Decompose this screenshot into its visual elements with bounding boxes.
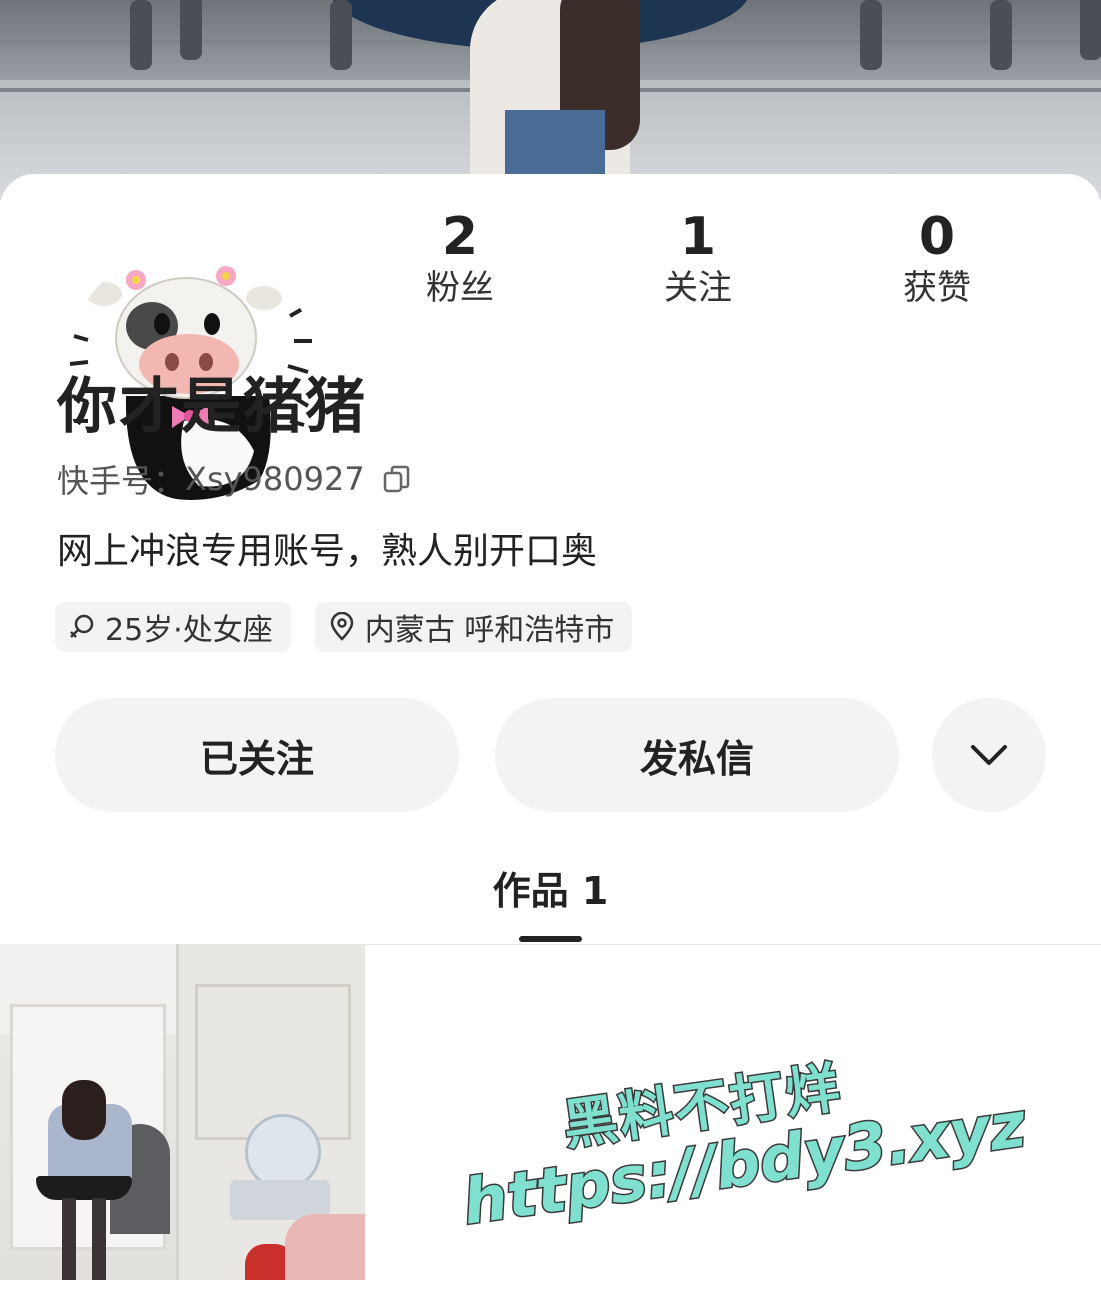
- thumb-person-leg: [92, 1198, 106, 1280]
- followed-button[interactable]: 已关注: [55, 698, 459, 812]
- profile-stats: 2 粉丝 1 关注 0 获赞: [340, 206, 1100, 326]
- thumb-person-hair: [62, 1080, 106, 1140]
- more-options-button[interactable]: [932, 698, 1046, 812]
- followed-button-label: 已关注: [199, 736, 314, 781]
- thumb-flowers: [285, 1214, 365, 1280]
- stat-following-count: 1: [679, 207, 717, 267]
- send-message-button[interactable]: 发私信: [495, 698, 899, 812]
- stat-fans-label: 粉丝: [426, 268, 494, 308]
- stat-following[interactable]: 1 关注: [608, 206, 788, 310]
- kuaishou-id-value: Xsy980927: [185, 460, 365, 498]
- cover-bystander: [130, 0, 152, 70]
- cover-photo: [0, 0, 1101, 200]
- stat-likes-count: 0: [918, 207, 956, 267]
- stat-fans[interactable]: 2 粉丝: [370, 206, 550, 310]
- cover-bystander: [860, 0, 882, 70]
- kuaishou-id-row: 快手号： Xsy980927: [57, 456, 413, 502]
- stat-following-label: 关注: [664, 268, 732, 308]
- stat-likes-label: 获赞: [903, 268, 971, 308]
- tab-works-indicator: [519, 936, 582, 942]
- cover-bystander: [990, 0, 1012, 70]
- kuaishou-id-label: 快手号：: [57, 462, 186, 500]
- tag-location: 内蒙古 呼和浩特市: [314, 602, 633, 652]
- tag-age-sign: 25岁·处女座: [55, 602, 291, 652]
- tab-works[interactable]: 作品 1: [0, 860, 1101, 915]
- chevron-down-icon: [971, 745, 1007, 765]
- thumb-lamp: [245, 1114, 321, 1190]
- bio: 网上冲浪专用账号，熟人别开口奥: [57, 531, 598, 572]
- tag-age-sign-label: 25岁·处女座: [105, 613, 273, 648]
- location-pin-icon: [330, 612, 353, 641]
- tag-location-label: 内蒙古 呼和浩特市: [364, 613, 615, 648]
- cover-bystander: [1080, 0, 1101, 60]
- send-message-button-label: 发私信: [639, 736, 754, 781]
- thumb-person-leg: [62, 1198, 76, 1280]
- copy-icon[interactable]: [381, 463, 413, 495]
- stat-likes[interactable]: 0 获赞: [847, 206, 1027, 310]
- thumb-person-skirt: [36, 1176, 132, 1200]
- content-tabs: 作品 1: [0, 850, 1101, 945]
- profile-tags: 25岁·处女座 内蒙古 呼和浩特市: [55, 602, 633, 652]
- stat-fans-count: 2: [441, 207, 479, 267]
- nickname: 你才是猪猪: [57, 372, 367, 442]
- cover-bystander: [330, 0, 352, 70]
- cover-bystander: [180, 0, 202, 60]
- female-gender-icon: [70, 614, 94, 638]
- work-thumbnail[interactable]: [0, 944, 365, 1280]
